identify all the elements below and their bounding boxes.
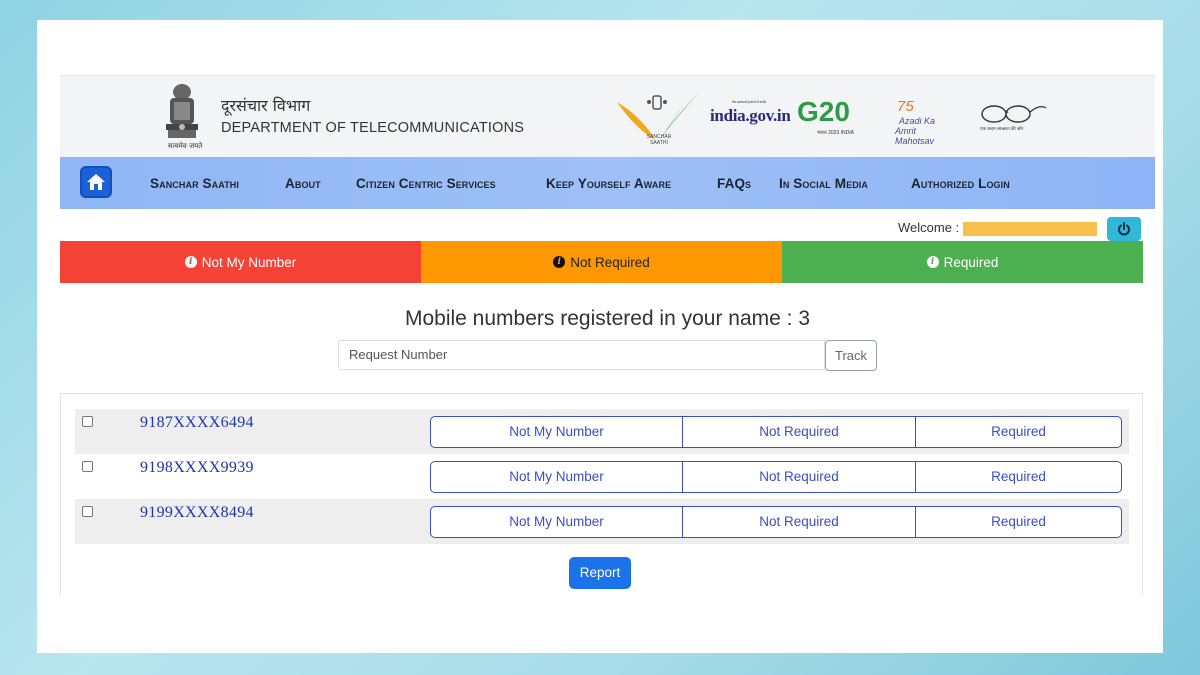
required-button[interactable]: Required — [915, 462, 1121, 492]
g20-text: G20 — [797, 96, 850, 127]
welcome-username-redacted — [963, 222, 1097, 236]
home-button[interactable] — [80, 166, 112, 198]
not-my-number-button[interactable]: Not My Number — [431, 462, 682, 492]
info-icon: i — [184, 256, 197, 268]
nav-item-faqs[interactable]: FAQs — [717, 176, 751, 191]
select-checkbox[interactable] — [82, 416, 93, 427]
azadi-line2: Amrit Mahotsav — [895, 126, 935, 146]
list-item: 9187XXXX6494 Not My Number Not Required … — [75, 409, 1129, 454]
list-item: 9199XXXX8494 Not My Number Not Required … — [75, 499, 1129, 544]
track-button[interactable]: Track — [825, 340, 877, 371]
page: सत्यमेव जयते दूरसंचार विभाग DEPARTMENT O… — [60, 75, 1155, 595]
not-required-button[interactable]: Not Required — [682, 417, 915, 447]
main-navigation: Sanchar Saathi About Citizen Centric Ser… — [60, 157, 1155, 209]
list-item: 9198XXXX9939 Not My Number Not Required … — [75, 454, 1129, 499]
swachh-bharat-glasses-icon — [981, 105, 1047, 123]
request-number-input[interactable]: Request Number — [338, 340, 825, 370]
nav-item-sanchar-saathi[interactable]: Sanchar Saathi — [150, 176, 239, 191]
azadi-line1: Azadi Ka — [899, 116, 936, 126]
azadi-75: 75 — [897, 98, 914, 115]
status-button-group: Not My Number Not Required Required — [430, 506, 1122, 538]
not-required-button[interactable]: Not Required — [682, 507, 915, 537]
select-checkbox[interactable] — [82, 461, 93, 472]
required-button[interactable]: Required — [915, 507, 1121, 537]
status-button-group: Not My Number Not Required Required — [430, 416, 1122, 448]
page-title: Mobile numbers registered in your name :… — [404, 307, 811, 330]
legend-label: Not Required — [570, 254, 650, 270]
nav-item-authorized-login[interactable]: Authorized Login — [911, 176, 1010, 191]
sanchar-saathi-logo-label: SANCHAR SAATHI — [646, 134, 672, 146]
screenshot-frame: सत्यमेव जयते दूरसंचार विभाग DEPARTMENT O… — [37, 20, 1163, 653]
swachh-bharat-logo[interactable]: एक कदम स्वच्छता की ओर — [978, 102, 1048, 136]
select-checkbox[interactable] — [82, 506, 93, 517]
welcome-label: Welcome : — [898, 220, 960, 235]
legend-required: i Required — [782, 241, 1143, 283]
india-gov-logo[interactable]: the national portal of india india.gov.i… — [710, 99, 791, 126]
legend-not-required: i Not Required — [421, 241, 782, 283]
nav-item-keep-yourself-aware[interactable]: Keep Yourself Aware — [546, 176, 671, 191]
emblem-caption: सत्यमेव जयते — [167, 142, 203, 150]
not-my-number-button[interactable]: Not My Number — [431, 507, 682, 537]
department-name-english: DEPARTMENT OF TELECOMMUNICATIONS — [221, 120, 525, 136]
mobile-number: 9199XXXX8494 — [140, 504, 254, 521]
india-gov-sub: the national portal of india — [732, 99, 767, 104]
info-icon: i — [553, 256, 566, 268]
home-icon — [87, 174, 105, 190]
legend-not-my-number: i Not My Number — [60, 241, 421, 283]
azadi-ka-amrit-mahotsav-logo[interactable]: 75 Azadi Ka Amrit Mahotsav — [895, 98, 957, 146]
india-gov-text: india.gov.in — [710, 106, 791, 125]
g20-sub: भारत 2023 INDIA — [817, 130, 854, 136]
not-my-number-button[interactable]: Not My Number — [431, 417, 682, 447]
nav-item-citizen-centric-services[interactable]: Citizen Centric Services — [356, 176, 496, 191]
nav-item-about[interactable]: About — [285, 176, 321, 191]
g20-logo[interactable]: G20 भारत 2023 INDIA — [797, 96, 854, 136]
power-icon — [1118, 222, 1130, 236]
department-name-hindi: दूरसंचार विभाग — [221, 96, 311, 115]
mobile-number: 9198XXXX9939 — [140, 459, 254, 476]
report-button[interactable]: Report — [569, 557, 631, 589]
legend-label: Not My Number — [201, 254, 297, 270]
swachh-caption: एक कदम स्वच्छता की ओर — [980, 126, 1024, 131]
mobile-number: 9187XXXX6494 — [140, 414, 254, 431]
logout-button[interactable] — [1107, 217, 1141, 241]
required-button[interactable]: Required — [915, 417, 1121, 447]
status-legend: i Not My Number i Not Required i Require… — [60, 241, 1143, 283]
site-header: सत्यमेव जयते दूरसंचार विभाग DEPARTMENT O… — [60, 75, 1155, 158]
not-required-button[interactable]: Not Required — [682, 462, 915, 492]
legend-label: Required — [943, 254, 999, 270]
nav-item-in-social-media[interactable]: In Social Media — [779, 176, 868, 191]
info-icon: i — [926, 256, 939, 268]
status-button-group: Not My Number Not Required Required — [430, 461, 1122, 493]
